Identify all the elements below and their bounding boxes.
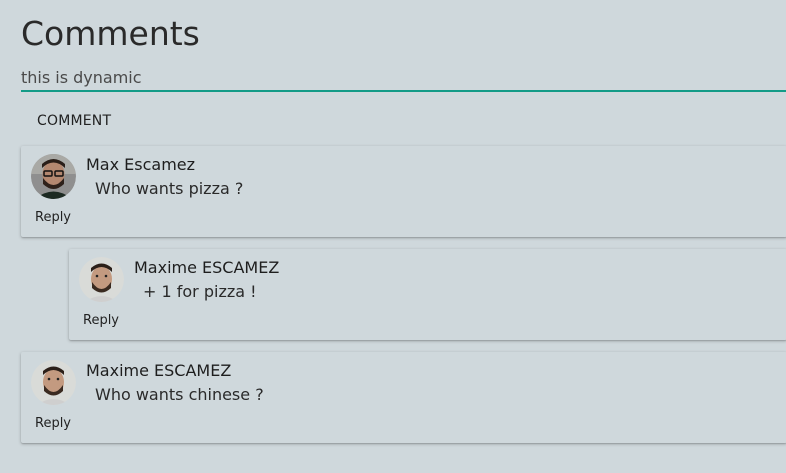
avatar-photo-icon [79,257,124,302]
comment-button[interactable]: COMMENT [21,107,127,135]
avatar-photo-icon [31,360,76,405]
avatar [31,360,76,405]
comment-card: Maxime ESCAMEZ Who wants chinese ? Reply [21,352,786,443]
comment-author: Maxime ESCAMEZ [134,258,280,277]
comments-page: Comments COMMENT Max Escamez Who wants p… [0,0,786,473]
comment-card: Maxime ESCAMEZ + 1 for pizza ! Reply [69,249,786,340]
page-title: Comments [21,14,200,53]
comment-card: Max Escamez Who wants pizza ? Reply [21,146,786,237]
comment-text: + 1 for pizza ! [143,282,257,301]
comment-author: Max Escamez [86,155,196,174]
comment-author: Maxime ESCAMEZ [86,361,232,380]
reply-link[interactable]: Reply [35,210,71,225]
comment-text: Who wants pizza ? [95,179,244,198]
avatar [79,257,124,302]
avatar-photo-icon [31,154,76,199]
reply-link[interactable]: Reply [35,416,71,431]
reply-link[interactable]: Reply [83,313,119,328]
comment-text: Who wants chinese ? [95,385,264,404]
comment-input[interactable] [21,64,786,92]
avatar [31,154,76,199]
